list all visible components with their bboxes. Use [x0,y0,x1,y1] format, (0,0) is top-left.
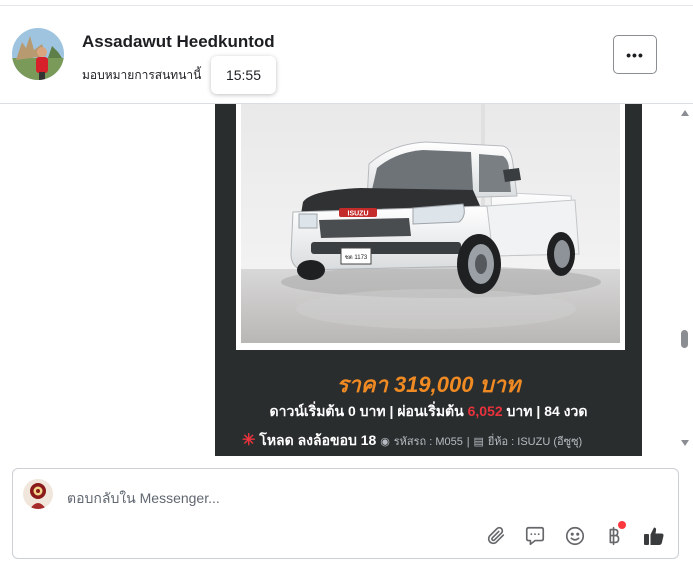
asterisk-icon: ✳ [242,432,256,449]
thread-scrollbar[interactable] [677,104,693,456]
thumbs-up-icon[interactable] [641,523,667,549]
chat-bubble-icon[interactable] [522,523,548,549]
grille-badge: ISUZU [348,211,369,218]
reply-input[interactable] [67,487,627,509]
contact-avatar[interactable] [12,28,64,80]
model-text: โหลด ลงล้อขอบ 18 [259,432,377,448]
financing-info: ดาวน์เริ่มต้น 0 บาท | ผ่อนเริ่มต้น 6,052… [215,401,642,423]
assign-conversation-link[interactable]: มอบหมายการสนทนานี้ [82,66,201,85]
page-avatar [23,479,53,509]
reply-composer [12,468,679,559]
car-listing-image-message[interactable]: ISUZU ชต 1173 ราคา 319,000 บาท ดาวน์เริ่… [215,104,642,456]
more-options-button[interactable]: ••• [613,35,657,74]
car-photo: ISUZU ชต 1173 [241,104,620,343]
listing-details: ✳ โหลด ลงล้อขอบ 18 ◉ รหัสรถ : M055 | ▤ ย… [242,430,582,452]
divider-bar: | [466,436,470,448]
message-thread[interactable]: ISUZU ชต 1173 ราคา 319,000 บาท ดาวน์เริ่… [0,104,693,456]
installment-amount: 6,052 [467,403,503,419]
car-brand: ยี่ห้อ : ISUZU (อีซูซุ) [487,436,583,448]
license-plate: ชต 1173 [345,254,368,261]
scroll-up-arrow-icon[interactable] [681,110,689,116]
installment-terms: บาท | 84 งวด [502,403,588,419]
smiley-icon[interactable] [562,523,588,549]
tag-icon: ◉ [380,436,390,448]
car-icon: ▤ [473,436,484,448]
contact-name[interactable]: Assadawut Heedkuntod [82,32,275,52]
scroll-down-arrow-icon[interactable] [681,440,689,446]
baht-icon[interactable] [601,521,627,549]
car-code: รหัสรถ : M055 [393,436,463,448]
notification-dot [618,521,626,529]
conversation-header: Assadawut Heedkuntod มอบหมายการสนทนานี้ … [0,6,693,104]
listing-price: ราคา 319,000 บาท [336,372,521,397]
down-payment-text: ดาวน์เริ่มต้น 0 บาท | ผ่อนเริ่มต้น [269,403,468,419]
timestamp-tooltip: 15:55 [211,56,276,94]
paperclip-icon[interactable] [483,523,509,549]
scrollbar-thumb[interactable] [681,330,688,348]
